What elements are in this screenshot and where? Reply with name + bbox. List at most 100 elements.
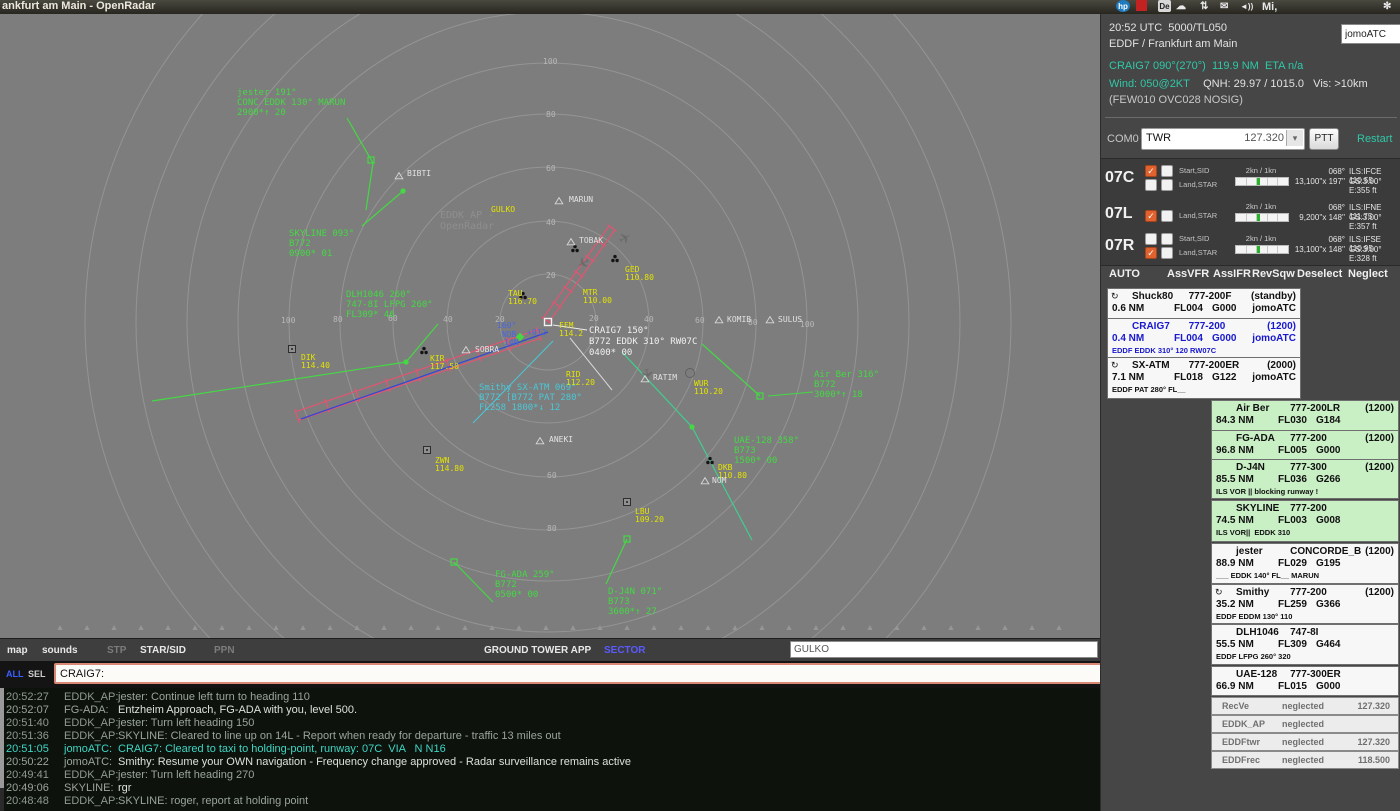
strip-menu-revsqw[interactable]: RevSqw (1252, 268, 1295, 280)
aircraft-label-smithy-sxatm[interactable]: Smithy SX-ATM 069° B772 [B772 PAT 280° FL2… (479, 383, 582, 413)
runway-07L-checkbox[interactable]: ✓ (1145, 210, 1157, 222)
aircraft-label-jester[interactable]: jester 191° CONC EDDK 130° MARUN 2900*↑ 20 (237, 88, 345, 118)
aircraft-symbol[interactable] (403, 359, 409, 365)
aircraft-label-fgada[interactable]: FG-ADA 259° B772 0500* 00 (495, 570, 555, 600)
aircraft-label-skyline[interactable]: SKYLINE 093° B772 0900* 01 (289, 229, 354, 259)
strip-flightlevel: FL018 (1174, 372, 1203, 383)
strip-distance: 35.2 NM (1216, 599, 1254, 610)
flight-strip-air-ber[interactable]: Air Ber 777-200LR (1200) 84.3 NM FL030 G184 (1211, 400, 1399, 431)
toolbar-item-sector[interactable]: SECTOR (604, 645, 646, 656)
radar-scope[interactable]: ✈ ✈ ✈ 20 40 60 80 100 20 40 60 80 100 20 40 60 80 100 60 80… (0, 14, 1100, 638)
title-bar[interactable]: ankfurt am Main - OpenRadar hp De ☁ ⇅ ✉ … (0, 0, 1400, 55)
flight-strip-jester[interactable]: jester CONCORDE_B (1200) 88.9 NM FL029 G195 __… (1211, 543, 1399, 584)
vor-center-dot (626, 501, 628, 503)
chat-message-row: 20:52:07 FG-ADA: Entzheim Approach, FG-ADA… (0, 704, 1100, 717)
track-line (453, 561, 494, 603)
runway-07C-checkbox[interactable] (1161, 179, 1173, 191)
chat-filter-sel[interactable]: SEL (28, 669, 46, 679)
controller-row-recve[interactable]: RecVe neglected 127.320 (1211, 697, 1399, 715)
waypoint-label-gulko: GULKO (491, 206, 515, 214)
mail-icon[interactable]: ✉ (1220, 0, 1228, 14)
flight-strip-uae-128[interactable]: UAE-128 777-300ER 66.9 NM FL015 G000 (1211, 666, 1399, 696)
aircraft-label-uae128[interactable]: UAE-128 358° B773 1500* 00 (734, 436, 799, 466)
flight-strip-shuck80[interactable]: ↻ Shuck80 777-200F (standby) 0.6 NM FL004 G000… (1107, 288, 1301, 319)
flight-strip-sx-atm[interactable]: ↻ SX-ATM 777-200ER (2000) 7.1 NM FL018 G122 jom… (1107, 357, 1301, 399)
runway-07C-heading: 068° (1328, 167, 1345, 176)
chat-message: CRAIG7: Cleared to taxi to holding-point… (118, 743, 446, 755)
aircraft-label-airber[interactable]: Air Ber 316° B772 3000*↑ 18 (814, 370, 879, 400)
chat-message-row: 20:51:05 jomoATC: CRAIG7: Cleared to taxi … (0, 743, 1100, 756)
command-input[interactable] (54, 663, 1102, 684)
toolbar-item-map[interactable]: map (7, 645, 28, 656)
strip-menu-assifr[interactable]: AssIFR (1213, 268, 1251, 280)
aircraft-label-dj4n[interactable]: D-J4N 071° B773 3600*↑ 27 (608, 587, 662, 617)
aircraft-label-airber-line: 3000*↑ 18 (814, 390, 863, 400)
strip-squawk: (1200) (1365, 546, 1394, 557)
weather-cloud-icon[interactable]: ☁ (1176, 0, 1186, 14)
toolbar-item-ground-tower-app[interactable]: GROUND TOWER APP (484, 645, 591, 656)
strip-menu-bar: AUTO AssVFR AssIFR RevSqw Deselect Neglect (1101, 266, 1400, 284)
strip-callsign: CRAIG7 (1132, 321, 1170, 332)
aircraft-label-craig7[interactable]: CRAIG7 150° B772 EDDK 310° RW07C 0400* 00 (589, 326, 697, 359)
waypoint-triangle-icon (700, 476, 710, 485)
controller-name: EDDK_AP (1222, 719, 1266, 729)
runway-07R-checkbox[interactable] (1161, 233, 1173, 245)
aircraft-symbol[interactable] (400, 188, 406, 194)
strip-groundspeed: G000 (1212, 333, 1237, 344)
flight-strip-craig7[interactable]: CRAIG7 777-200 (1200) 0.4 NM FL004 G000 jomoAT… (1107, 318, 1301, 358)
strip-distance: 66.9 NM (1216, 681, 1254, 692)
runway-07L-checkbox[interactable] (1161, 210, 1173, 222)
toolbar-item-stp[interactable]: STP (107, 645, 126, 656)
strip-menu-assvfr[interactable]: AssVFR (1167, 268, 1209, 280)
own-callsign-input[interactable] (1341, 24, 1400, 44)
strip-menu-auto[interactable]: AUTO (1109, 268, 1140, 280)
session-gear-icon[interactable]: ✻ (1383, 0, 1391, 14)
volume-icon[interactable]: ◄)) (1240, 0, 1253, 14)
ground-target-dot (613, 254, 617, 259)
flight-strip-skyline[interactable]: SKYLINE 777-200 74.5 NM FL003 G008 ILS VOR|| … (1211, 500, 1399, 542)
airplane-silhouette-icon: ✈ (616, 228, 635, 249)
toolbar-item-star-sid[interactable]: STAR/SID (140, 645, 186, 656)
selected-flight-info: CRAIG7 090°(270°) 119.9 NM ETA n/a (1109, 60, 1304, 72)
runway-07C-checkbox[interactable]: ✓ (1145, 165, 1157, 177)
controller-row-eddfrec[interactable]: EDDFrec neglected 118.500 (1211, 751, 1399, 769)
aircraft-label-uae128-line: B773 (734, 446, 756, 456)
aircraft-label-blue[interactable]: 160° (497, 322, 516, 330)
runway-07R-checkbox[interactable] (1145, 233, 1157, 245)
strip-groundspeed: G000 (1316, 681, 1341, 692)
waypoint-search-input[interactable] (790, 641, 1098, 658)
obstacle-tick-icon (759, 625, 765, 630)
com-frequency-value: 127.320 (1244, 132, 1284, 144)
flight-strip-fg-ada[interactable]: FG-ADA 777-200 (1200) 96.8 NM FL005 G000 (1211, 430, 1399, 460)
flight-strip-smithy[interactable]: ↻ Smithy 777-200 (1200) 35.2 NM FL259 G366 EDDF… (1211, 584, 1399, 624)
strip-menu-neglect[interactable]: Neglect (1348, 268, 1388, 280)
aircraft-label-dlh1046[interactable]: DLH1046 260° 747-8I LFPG 260° FL309* 46 (346, 290, 433, 320)
flight-strip-d-j4n[interactable]: D-J4N 777-300 (1200) 85.5 NM FL036 G266 ILS VO… (1211, 459, 1399, 499)
runway-07L-glideslope: GS:3.00° E:357 ft (1349, 213, 1382, 231)
strip-flightlevel: FL259 (1278, 599, 1307, 610)
aircraft-label-blue[interactable]: 14N (504, 339, 518, 347)
ptt-button[interactable]: PTT (1309, 128, 1339, 150)
controller-row-eddk_ap[interactable]: EDDK_AP neglected (1211, 715, 1399, 733)
com-channel-select[interactable]: TWR 127.320 ▾ (1141, 128, 1305, 150)
runway-07R-checkbox[interactable] (1161, 247, 1173, 259)
aircraft-symbol[interactable] (689, 424, 695, 430)
runway-07C-checkbox[interactable] (1145, 179, 1157, 191)
aircraft-label-dj4n-line: 3600*↑ 27 (608, 607, 657, 617)
keyboard-layout-indicator[interactable]: De (1158, 0, 1171, 12)
runway-07C-checkbox[interactable] (1161, 165, 1173, 177)
track-line (346, 117, 374, 211)
runway-07R-checkbox[interactable]: ✓ (1145, 247, 1157, 259)
strip-menu-deselect[interactable]: Deselect (1297, 268, 1342, 280)
flight-strip-dlh1046[interactable]: DLH1046 747-8I 55.5 NM FL309 G464 EDDF LFPG 2… (1211, 624, 1399, 665)
chat-filter-all[interactable]: ALL (6, 669, 24, 679)
chat-log[interactable]: 20:52:27 EDDK_AP: jester: Continue left tu… (0, 688, 1100, 811)
controller-row-eddftwr[interactable]: EDDFtwr neglected 127.320 (1211, 733, 1399, 751)
network-arrows-icon[interactable]: ⇅ (1200, 0, 1208, 14)
toolbar-item-ppn[interactable]: PPN (214, 645, 235, 656)
aircraft-label-blue[interactable]: ✈012 (527, 329, 546, 337)
toolbar-item-sounds[interactable]: sounds (42, 645, 78, 656)
chevron-down-icon[interactable]: ▾ (1286, 130, 1303, 146)
navaid-label-ffm: FFM 114.2 (559, 322, 583, 338)
restart-link[interactable]: Restart (1357, 133, 1392, 145)
